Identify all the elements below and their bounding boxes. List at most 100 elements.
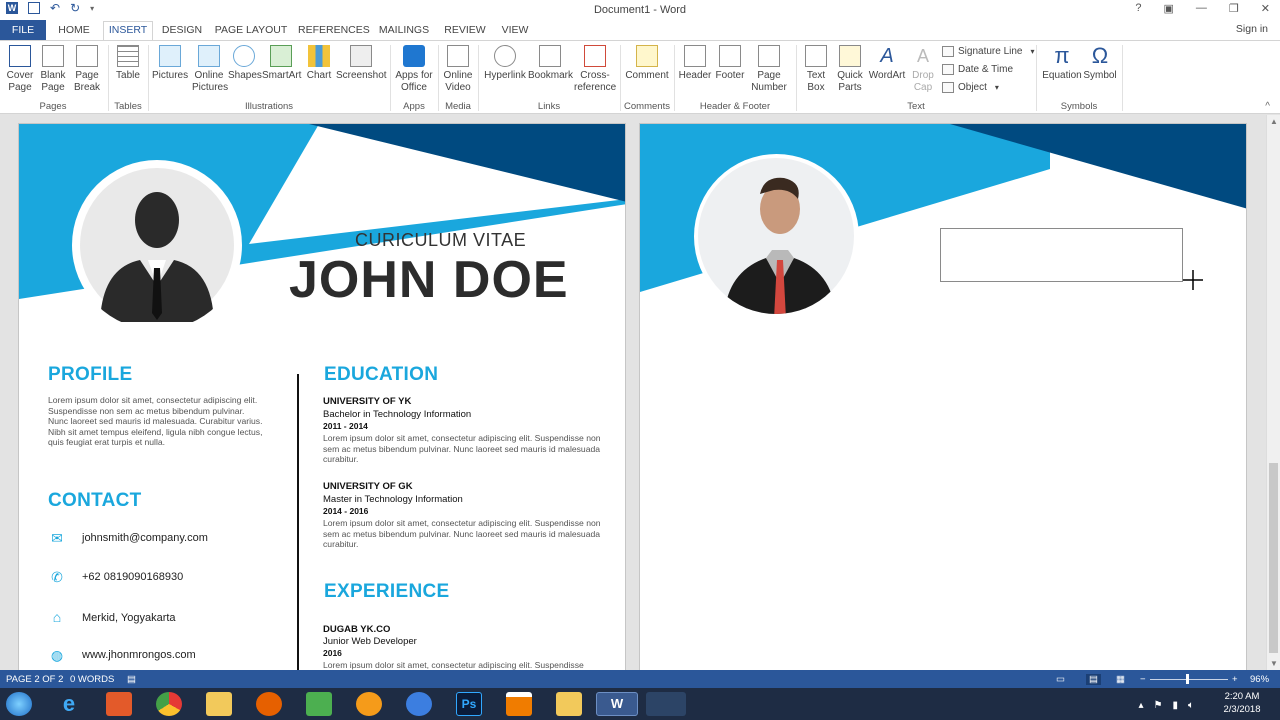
scroll-down-icon[interactable]: ▼ xyxy=(1270,659,1278,668)
cover-page-button[interactable]: Cover Page xyxy=(4,45,36,94)
word-taskbar-icon[interactable]: W xyxy=(596,692,638,716)
media-player-icon[interactable] xyxy=(106,692,132,716)
tab-file[interactable]: FILE xyxy=(0,20,46,40)
zoom-level[interactable]: 96% xyxy=(1250,674,1269,685)
folder-icon[interactable] xyxy=(556,692,582,716)
online-video-button[interactable]: Online Video xyxy=(441,45,475,94)
page-count[interactable]: PAGE 2 OF 2 xyxy=(6,674,63,685)
profile-photo[interactable] xyxy=(694,154,859,319)
show-hidden-icons-icon[interactable]: ▴ xyxy=(1138,699,1143,712)
tab-view[interactable]: VIEW xyxy=(498,23,532,40)
apps-label: Apps for xyxy=(395,70,433,81)
apps-for-office-button[interactable]: Apps for Office xyxy=(394,45,434,94)
quick-parts-icon xyxy=(839,45,861,67)
hyperlink-button[interactable]: Hyperlink xyxy=(482,45,528,82)
print-layout-icon[interactable]: ▤ xyxy=(1086,674,1101,685)
photoshop-icon[interactable]: Ps xyxy=(456,692,482,716)
media-app-icon[interactable] xyxy=(356,692,382,716)
screenshot-button[interactable]: Screenshot xyxy=(336,45,387,82)
contact-address: Merkid, Yogyakarta xyxy=(82,612,176,624)
file-explorer-icon[interactable] xyxy=(206,692,232,716)
table-button[interactable]: Table xyxy=(112,45,144,82)
shapes-button[interactable]: Shapes xyxy=(228,45,262,82)
title-bar: W ↶ ↻ ▾ Document1 - Word ? ▣ — ❐ ✕ xyxy=(0,0,1280,20)
smartart-button[interactable]: SmartArt xyxy=(262,45,301,82)
zoom-slider[interactable] xyxy=(1150,679,1228,680)
tray-icons: ▴ ⚑ ▮ 🔈︎ xyxy=(1138,699,1194,712)
tab-mailings[interactable]: MAILINGS xyxy=(376,23,432,40)
date-time-button[interactable]: Date & Time xyxy=(942,64,1013,75)
close-icon[interactable]: ✕ xyxy=(1261,2,1270,15)
comment-button[interactable]: Comment xyxy=(624,45,670,82)
sign-in-link[interactable]: Sign in xyxy=(1236,23,1268,35)
clock-time: 2:20 AM xyxy=(1224,691,1260,702)
blank-page-button[interactable]: Blank Page xyxy=(38,45,68,94)
volume-icon[interactable]: 🔈︎ xyxy=(1188,699,1194,712)
restore-icon[interactable]: ❐ xyxy=(1229,2,1239,15)
group-illustrations-label: Illustrations xyxy=(244,101,294,112)
zoom-in-icon[interactable]: + xyxy=(1232,674,1238,685)
chromium-icon[interactable] xyxy=(406,692,432,716)
exp-text: Lorem ipsum dolor sit amet, consectetur … xyxy=(323,660,584,670)
tab-home[interactable]: HOME xyxy=(52,23,96,40)
pictures-button[interactable]: Pictures xyxy=(152,45,188,82)
symbol-button[interactable]: Ω Symbol xyxy=(1082,45,1118,82)
page-1[interactable]: CURICULUM VITAE JOHN DOE PROFILE Lorem i… xyxy=(18,123,626,670)
bookmark-button[interactable]: Bookmark xyxy=(528,45,573,82)
internet-explorer-icon[interactable]: e xyxy=(56,692,82,716)
page-break-button[interactable]: Page Break xyxy=(72,45,102,94)
proofing-icon[interactable]: ▤ xyxy=(127,674,136,685)
page-2[interactable] xyxy=(639,123,1247,670)
page-break-icon xyxy=(76,45,98,67)
word-count[interactable]: 0 WORDS xyxy=(70,674,114,685)
tab-page-layout[interactable]: PAGE LAYOUT xyxy=(214,23,288,40)
scrollbar-thumb[interactable] xyxy=(1269,463,1278,653)
chart-button[interactable]: Chart xyxy=(304,45,334,82)
cross-reference-button[interactable]: Cross-reference xyxy=(574,45,616,94)
inserted-text-box[interactable] xyxy=(940,228,1183,282)
vlc-icon[interactable] xyxy=(506,692,532,716)
tab-references[interactable]: REFERENCES xyxy=(298,23,370,40)
ribbon-display-icon[interactable]: ▣ xyxy=(1164,2,1174,15)
vertical-scrollbar[interactable]: ▲ ▼ xyxy=(1266,115,1280,670)
collapse-ribbon-icon[interactable]: ^ xyxy=(1265,101,1270,112)
online-pictures-icon xyxy=(198,45,220,67)
mail-icon: ✉ xyxy=(51,530,63,546)
read-mode-icon[interactable]: ▭ xyxy=(1056,674,1065,685)
equation-button[interactable]: π Equation xyxy=(1040,45,1084,82)
footer-button[interactable]: Footer xyxy=(714,45,746,82)
group-links-label: Links xyxy=(537,101,561,112)
quick-parts-button[interactable]: Quick Parts xyxy=(834,45,866,94)
avatar-silhouette-icon xyxy=(100,192,214,322)
minimize-icon[interactable]: — xyxy=(1196,2,1207,15)
drop-cap-button[interactable]: A Drop Cap xyxy=(908,45,938,94)
start-button-icon[interactable] xyxy=(6,692,32,716)
help-icon[interactable]: ? xyxy=(1135,2,1141,15)
signature-line-button[interactable]: Signature Line ▾ xyxy=(942,46,1035,57)
chrome-icon[interactable] xyxy=(156,692,182,716)
zoom-out-icon[interactable]: − xyxy=(1140,674,1146,685)
clock[interactable]: 2:20 AM 2/3/2018 xyxy=(1212,690,1272,716)
globe-link-icon xyxy=(494,45,516,67)
quick-parts-label: Quick xyxy=(837,70,863,81)
header-button[interactable]: Header xyxy=(678,45,712,82)
firefox-icon[interactable] xyxy=(256,692,282,716)
page-number-button[interactable]: Page Number xyxy=(748,45,790,94)
tab-design[interactable]: DESIGN xyxy=(160,23,204,40)
text-box-button[interactable]: Text Box xyxy=(800,45,832,94)
object-button[interactable]: Object ▾ xyxy=(942,82,999,93)
network-icon[interactable]: ▮ xyxy=(1172,699,1178,712)
tab-review[interactable]: REVIEW xyxy=(442,23,488,40)
scroll-up-icon[interactable]: ▲ xyxy=(1270,117,1278,126)
wordart-button[interactable]: A WordArt xyxy=(868,45,906,82)
status-bar: PAGE 2 OF 2 0 WORDS ▤ ▭ ▤ ▦ − + 96% xyxy=(0,670,1280,688)
zoom-slider-thumb[interactable] xyxy=(1186,674,1189,684)
online-pictures-button[interactable]: Online Pictures xyxy=(192,45,228,94)
flag-icon[interactable]: ⚑ xyxy=(1154,699,1163,712)
web-layout-icon[interactable]: ▦ xyxy=(1116,674,1125,685)
tab-insert[interactable]: INSERT xyxy=(103,21,153,40)
exp-role: Junior Web Developer xyxy=(323,636,417,647)
spreadsheet-app-icon[interactable] xyxy=(306,692,332,716)
screenshot-label: Screenshot xyxy=(336,70,387,81)
image-viewer-icon[interactable] xyxy=(646,692,686,716)
